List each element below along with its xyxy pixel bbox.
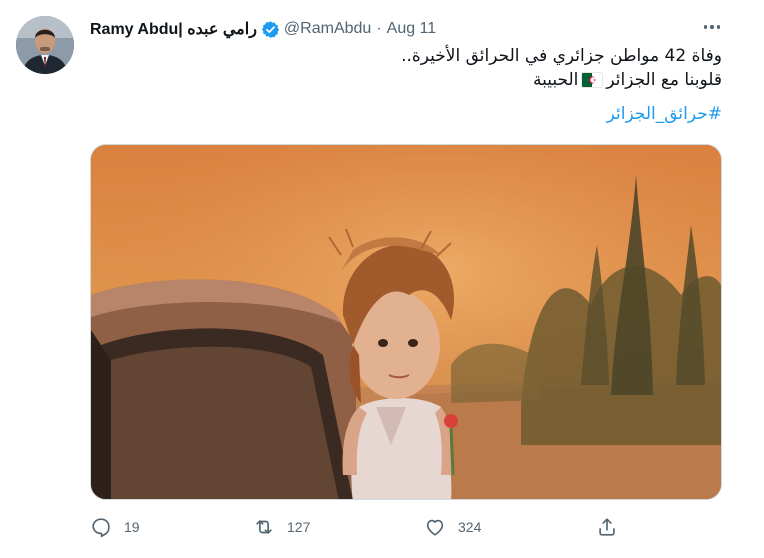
heart-icon <box>426 519 444 536</box>
hashtag-link[interactable]: #حرائق_الجزائر <box>607 104 722 124</box>
user-handle[interactable]: @RamAbdu <box>284 20 371 38</box>
tweet-card[interactable]: Ramy Abdu| رامي عبده @RamAbdu · Aug 11 و… <box>0 0 764 558</box>
tweet-text-line-2: قلوبنا مع الجزائر الحبيبة <box>90 68 722 92</box>
like-count: 324 <box>458 519 482 535</box>
retweet-icon <box>256 520 272 534</box>
more-icon[interactable] <box>701 16 723 38</box>
tweet-media-photo[interactable] <box>90 144 722 500</box>
tweet-header: Ramy Abdu| رامي عبده @RamAbdu · Aug 11 <box>90 18 436 40</box>
retweet-button[interactable]: 127 <box>253 512 310 542</box>
text-before-flag: قلوبنا مع الجزائر <box>606 70 722 90</box>
retweet-count: 127 <box>287 519 311 535</box>
reply-icon <box>92 518 110 538</box>
tweet-text: وفاة 42 مواطن جزائري في الحرائق الأخيرة.… <box>90 44 722 126</box>
tweet-date[interactable]: Aug 11 <box>387 20 437 38</box>
text-after-flag: الحبيبة <box>532 70 579 90</box>
share-icon <box>599 518 615 536</box>
reply-count: 19 <box>124 519 140 535</box>
tweet-text-line-1: وفاة 42 مواطن جزائري في الحرائق الأخيرة.… <box>401 46 722 66</box>
avatar-image <box>16 16 74 74</box>
tweet-actions: 19 127 324 <box>90 512 630 542</box>
avatar[interactable] <box>16 16 74 74</box>
share-button[interactable] <box>596 512 618 542</box>
like-button[interactable]: 324 <box>424 512 481 542</box>
algeria-flag-icon <box>582 73 603 87</box>
reply-button[interactable]: 19 <box>90 512 140 542</box>
verified-badge-icon <box>261 20 280 39</box>
hashtag-line: #حرائق_الجزائر <box>90 102 722 126</box>
display-name[interactable]: Ramy Abdu| رامي عبده <box>90 19 257 39</box>
photo-illustration <box>91 145 721 499</box>
separator-dot: · <box>376 20 382 37</box>
